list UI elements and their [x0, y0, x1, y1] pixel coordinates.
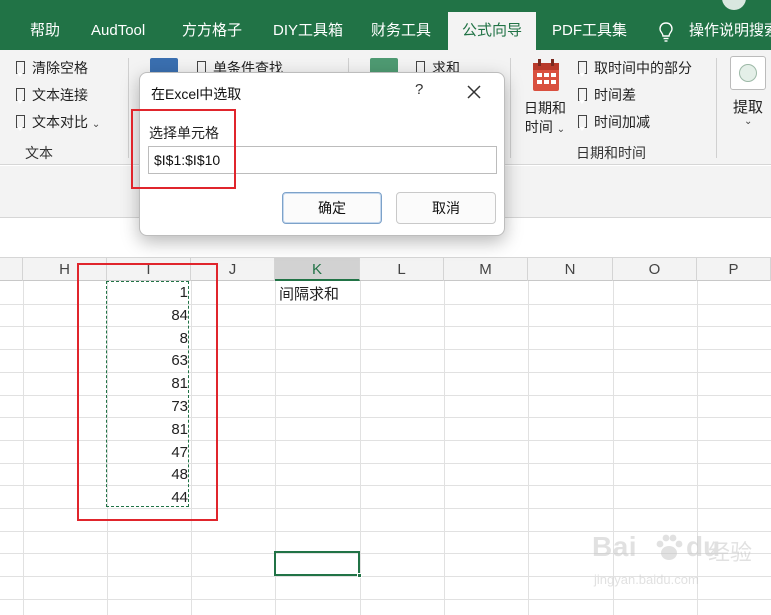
- lightbulb-icon: [659, 22, 673, 42]
- column-header-p[interactable]: P: [697, 258, 771, 281]
- annotation-box-range-field: [131, 109, 236, 189]
- help-button[interactable]: ?: [415, 81, 423, 98]
- column-header-l[interactable]: L: [360, 258, 444, 281]
- paw-icon: [656, 534, 683, 560]
- watermark-brand: Bai: [592, 531, 638, 562]
- extract-button[interactable]: 提取: [733, 96, 763, 117]
- tell-me-search[interactable]: 操作说明搜索: [689, 12, 771, 50]
- grid-vline: [360, 281, 361, 615]
- extract-icon: [730, 56, 766, 90]
- chevron-down-icon: ⌄: [556, 124, 566, 135]
- text-compare-button[interactable]: 文本对比 ⌄: [16, 111, 100, 133]
- clear-spaces-button[interactable]: 清除空格: [16, 57, 88, 79]
- calendar-icon: [533, 59, 559, 91]
- tab-help[interactable]: 帮助: [30, 12, 60, 50]
- column-header-m[interactable]: M: [444, 258, 528, 281]
- avatar[interactable]: [722, 0, 746, 10]
- bookmark-icon: [578, 88, 587, 104]
- column-header-k[interactable]: K: [275, 258, 360, 281]
- watermark-jingyan: 经验: [708, 541, 753, 566]
- dialog-title: 在Excel中选取: [151, 86, 242, 102]
- row-header-corner[interactable]: [0, 258, 23, 281]
- ribbon-tab-strip: 帮助 AudTool 方方格子 DIY工具箱 财务工具 公式向导 PDF工具集 …: [0, 0, 771, 50]
- column-header-o[interactable]: O: [613, 258, 697, 281]
- bookmark-icon: [578, 115, 587, 131]
- cancel-button[interactable]: 取消: [396, 192, 496, 224]
- time-add-button[interactable]: 时间加减: [578, 111, 650, 133]
- tab-pdf-tools[interactable]: PDF工具集: [552, 12, 627, 50]
- grid-vline: [23, 281, 24, 615]
- annotation-box-column-i: [77, 263, 218, 521]
- fill-handle[interactable]: [357, 573, 362, 578]
- grid-vline: [528, 281, 529, 615]
- active-cell[interactable]: [274, 551, 362, 578]
- close-icon[interactable]: [464, 82, 484, 102]
- bookmark-icon: [578, 61, 587, 77]
- grid-vline: [444, 281, 445, 615]
- group-label-datetime: 日期和时间: [576, 145, 646, 161]
- watermark-url: jingyan.baidu.com: [594, 572, 699, 587]
- tab-fangfang[interactable]: 方方格子: [182, 12, 242, 50]
- tab-audtool[interactable]: AudTool: [91, 12, 145, 50]
- chevron-down-icon: ⌄: [744, 116, 753, 127]
- ribbon-divider: [510, 58, 511, 158]
- tab-finance-tools[interactable]: 财务工具: [371, 12, 431, 50]
- tab-diy-toolbox[interactable]: DIY工具箱: [273, 12, 343, 50]
- ok-button[interactable]: 确定: [282, 192, 382, 224]
- text-join-button[interactable]: 文本连接: [16, 84, 88, 106]
- group-label-text: 文本: [25, 145, 53, 161]
- date-time-button[interactable]: 日期和 时间 ⌄: [524, 99, 566, 139]
- baidu-watermark: Bai du 经验 jingyan.baidu.com: [592, 525, 762, 595]
- bookmark-icon: [16, 88, 25, 104]
- ribbon-divider: [716, 58, 717, 158]
- bookmark-icon: [16, 115, 25, 131]
- column-header-n[interactable]: N: [528, 258, 613, 281]
- grid-hline: [0, 598, 771, 600]
- tab-formula-wizard[interactable]: 公式向导: [448, 12, 537, 50]
- time-diff-button[interactable]: 时间差: [578, 84, 636, 106]
- time-part-button[interactable]: 取时间中的部分: [578, 57, 692, 79]
- cell-k1[interactable]: 间隔求和: [279, 283, 339, 304]
- chevron-down-icon: ⌄: [91, 119, 101, 130]
- ribbon-divider: [128, 58, 129, 158]
- bookmark-icon: [16, 61, 25, 77]
